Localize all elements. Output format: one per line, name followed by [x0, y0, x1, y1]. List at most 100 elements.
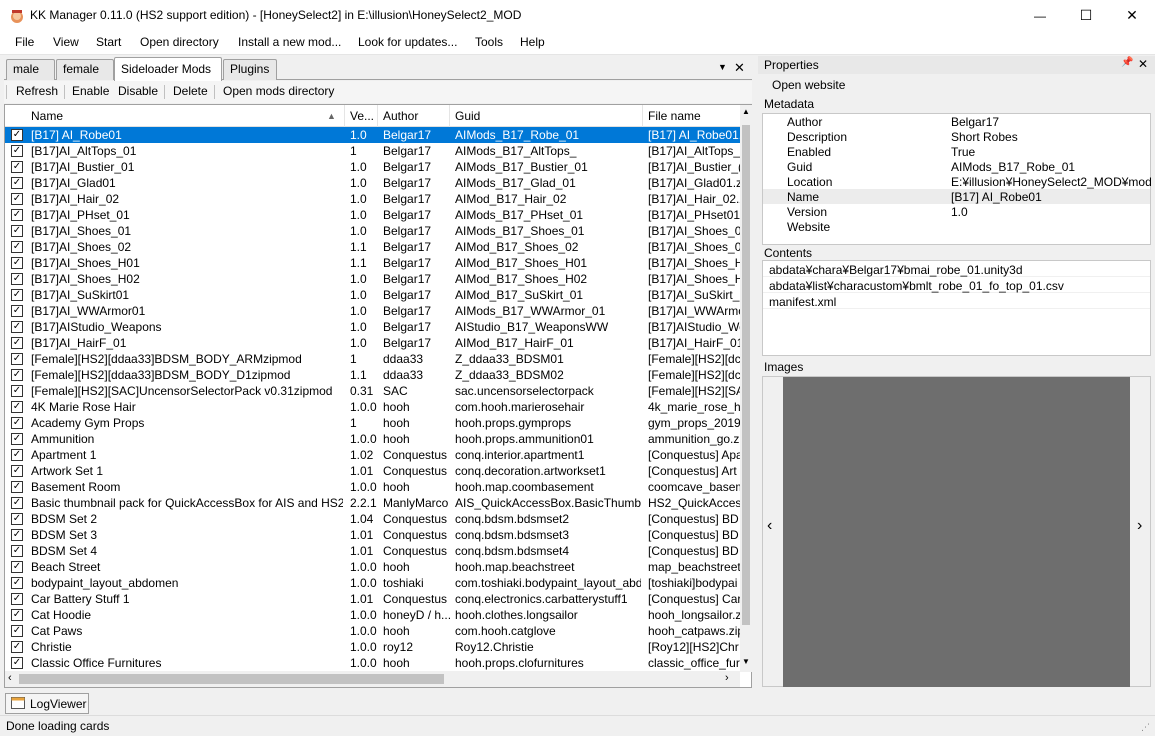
- column-divider[interactable]: [449, 105, 450, 127]
- table-row[interactable]: ✓ Basement Room 1.0.0 hooh hooh.map.coombase…: [5, 479, 740, 495]
- menu-help[interactable]: Help: [520, 35, 545, 49]
- enabled-checkbox[interactable]: ✓: [11, 161, 23, 173]
- metadata-row[interactable]: Location E:¥illusion¥HoneySelect2_MOD¥mod…: [763, 174, 1151, 189]
- column-divider[interactable]: [344, 105, 345, 127]
- column-guid[interactable]: Guid: [455, 109, 480, 123]
- pin-icon[interactable]: 📌: [1121, 57, 1133, 68]
- enable-button[interactable]: Enable: [72, 84, 109, 98]
- enabled-checkbox[interactable]: ✓: [11, 513, 23, 525]
- enabled-checkbox[interactable]: ✓: [11, 641, 23, 653]
- enabled-checkbox[interactable]: ✓: [11, 657, 23, 669]
- enabled-checkbox[interactable]: ✓: [11, 417, 23, 429]
- scroll-up-icon[interactable]: ▲: [742, 107, 750, 116]
- table-row[interactable]: ✓ [B17]AI_Shoes_01 1.0 Belgar17 AIMods_B17_S…: [5, 223, 740, 239]
- tab-sideloader-mods[interactable]: Sideloader Mods: [114, 57, 222, 81]
- enabled-checkbox[interactable]: ✓: [11, 273, 23, 285]
- enabled-checkbox[interactable]: ✓: [11, 369, 23, 381]
- menu-look-for-updates[interactable]: Look for updates...: [358, 35, 457, 49]
- column-version[interactable]: Ve...: [350, 109, 374, 123]
- table-row[interactable]: ✓ Cat Paws 1.0.0 hooh com.hooh.catglove hooh_…: [5, 623, 740, 639]
- table-row[interactable]: ✓ [Female][HS2][ddaa33]BDSM_BODY_D1zipmod…: [5, 367, 740, 383]
- table-row[interactable]: ✓ [Female][HS2][ddaa33]BDSM_BODY_ARMzipmo…: [5, 351, 740, 367]
- scrollbar-thumb[interactable]: [742, 125, 750, 625]
- tab-plugins[interactable]: Plugins: [223, 59, 277, 80]
- metadata-row[interactable]: Name [B17] AI_Robe01: [763, 189, 1150, 204]
- menu-start[interactable]: Start: [96, 35, 121, 49]
- enabled-checkbox[interactable]: ✓: [11, 529, 23, 541]
- tab-male[interactable]: male: [6, 59, 55, 80]
- enabled-checkbox[interactable]: ✓: [11, 401, 23, 413]
- table-row[interactable]: ✓ Apartment 1 1.02 Conquestus conq.interior.…: [5, 447, 740, 463]
- table-row[interactable]: ✓ [B17]AI_Shoes_H02 1.0 Belgar17 AIMod_B17_S…: [5, 271, 740, 287]
- table-row[interactable]: ✓ [B17]AI_PHset_01 1.0 Belgar17 AIMods_B17_P…: [5, 207, 740, 223]
- table-row[interactable]: ✓ [B17]AI_WWArmor01 1.0 Belgar17 AIMods_B17_…: [5, 303, 740, 319]
- contents-item[interactable]: abdata¥list¥characustom¥bmlt_robe_01_fo_…: [763, 277, 1150, 293]
- enabled-checkbox[interactable]: ✓: [11, 225, 23, 237]
- table-row[interactable]: ✓ [Female][HS2][SAC]UncensorSelectorPack …: [5, 383, 740, 399]
- enabled-checkbox[interactable]: ✓: [11, 593, 23, 605]
- table-row[interactable]: ✓ Ammunition 1.0.0 hooh hooh.props.ammunitio…: [5, 431, 740, 447]
- table-row[interactable]: ✓ Cat Hoodie 1.0.0 honeyD / h... hooh.clothe…: [5, 607, 740, 623]
- enabled-checkbox[interactable]: ✓: [11, 289, 23, 301]
- enabled-checkbox[interactable]: ✓: [11, 545, 23, 557]
- enabled-checkbox[interactable]: ✓: [11, 625, 23, 637]
- minimize-button[interactable]: —: [1017, 0, 1063, 31]
- table-row[interactable]: ✓ 4K Marie Rose Hair 1.0.0 hooh com.hooh.mar…: [5, 399, 740, 415]
- scroll-down-icon[interactable]: ▼: [742, 657, 750, 666]
- table-row[interactable]: ✓ [B17]AI_Shoes_02 1.1 Belgar17 AIMod_B17_Sh…: [5, 239, 740, 255]
- enabled-checkbox[interactable]: ✓: [11, 177, 23, 189]
- table-row[interactable]: ✓ BDSM Set 3 1.01 Conquestus conq.bdsm.bdsms…: [5, 527, 740, 543]
- table-row[interactable]: ✓ Academy Gym Props 1 hooh hooh.props.gympro…: [5, 415, 740, 431]
- table-row[interactable]: ✓ Artwork Set 1 1.01 Conquestus conq.decorat…: [5, 463, 740, 479]
- menu-view[interactable]: View: [53, 35, 79, 49]
- menu-install-mod[interactable]: Install a new mod...: [238, 35, 341, 49]
- horizontal-scrollbar[interactable]: ‹ ›: [5, 671, 740, 687]
- tab-dropdown-icon[interactable]: ▼: [718, 62, 727, 72]
- table-row[interactable]: ✓ [B17]AI_Bustier_01 1.0 Belgar17 AIMods_B17…: [5, 159, 740, 175]
- enabled-checkbox[interactable]: ✓: [11, 321, 23, 333]
- table-row[interactable]: ✓ [B17]AI_AltTops_01 1 Belgar17 AIMods_B17_A…: [5, 143, 740, 159]
- enabled-checkbox[interactable]: ✓: [11, 481, 23, 493]
- table-row[interactable]: ✓ [B17]AI_Hair_02 1.0 Belgar17 AIMod_B17_Hai…: [5, 191, 740, 207]
- enabled-checkbox[interactable]: ✓: [11, 241, 23, 253]
- metadata-row[interactable]: Guid AIMods_B17_Robe_01: [763, 159, 1150, 174]
- column-file-name[interactable]: File name: [648, 109, 701, 123]
- enabled-checkbox[interactable]: ✓: [11, 609, 23, 621]
- enabled-checkbox[interactable]: ✓: [11, 257, 23, 269]
- delete-button[interactable]: Delete: [173, 84, 208, 98]
- contents-item[interactable]: abdata¥chara¥Belgar17¥bmai_robe_01.unity…: [763, 261, 1150, 277]
- tab-female[interactable]: female: [56, 59, 114, 80]
- metadata-row[interactable]: Website: [763, 219, 1150, 234]
- table-row[interactable]: ✓ Car Battery Stuff 1 1.01 Conquestus conq.e…: [5, 591, 740, 607]
- table-row[interactable]: ✓ Christie 1.0.0 roy12 Roy12.Christie [Roy12]…: [5, 639, 740, 655]
- open-website-button[interactable]: Open website: [772, 78, 845, 92]
- contents-item[interactable]: manifest.xml: [763, 293, 1150, 309]
- table-row[interactable]: ✓ [B17]AI_Shoes_H01 1.1 Belgar17 AIMod_B17_S…: [5, 255, 740, 271]
- metadata-row[interactable]: Version 1.0: [763, 204, 1150, 219]
- enabled-checkbox[interactable]: ✓: [11, 465, 23, 477]
- enabled-checkbox[interactable]: ✓: [11, 561, 23, 573]
- enabled-checkbox[interactable]: ✓: [11, 209, 23, 221]
- enabled-checkbox[interactable]: ✓: [11, 385, 23, 397]
- table-row[interactable]: ✓ Basic thumbnail pack for QuickAccessBox…: [5, 495, 740, 511]
- previous-image-icon[interactable]: ‹: [767, 517, 772, 535]
- maximize-button[interactable]: ☐: [1063, 0, 1109, 31]
- table-row[interactable]: ✓ [B17]AI_SuSkirt01 1.0 Belgar17 AIMod_B17_S…: [5, 287, 740, 303]
- table-row[interactable]: ✓ [B17]AI_HairF_01 1.0 Belgar17 AIMod_B17_Ha…: [5, 335, 740, 351]
- enabled-checkbox[interactable]: ✓: [11, 433, 23, 445]
- scrollbar-thumb[interactable]: [19, 674, 444, 684]
- enabled-checkbox[interactable]: ✓: [11, 129, 23, 141]
- refresh-button[interactable]: Refresh: [16, 84, 58, 98]
- scroll-left-icon[interactable]: ‹: [8, 672, 12, 684]
- table-row[interactable]: ✓ [B17]AI_Glad01 1.0 Belgar17 AIMods_B17_Gla…: [5, 175, 740, 191]
- enabled-checkbox[interactable]: ✓: [11, 145, 23, 157]
- menu-tools[interactable]: Tools: [475, 35, 503, 49]
- table-row[interactable]: ✓ BDSM Set 2 1.04 Conquestus conq.bdsm.bdsms…: [5, 511, 740, 527]
- metadata-row[interactable]: Description Short Robes: [763, 129, 1150, 144]
- menu-file[interactable]: File: [15, 35, 34, 49]
- enabled-checkbox[interactable]: ✓: [11, 337, 23, 349]
- resize-grip-icon[interactable]: ⋰: [1141, 722, 1150, 733]
- scroll-right-icon[interactable]: ›: [725, 672, 729, 684]
- metadata-row[interactable]: Author Belgar17: [763, 114, 1150, 129]
- metadata-row[interactable]: Enabled True: [763, 144, 1150, 159]
